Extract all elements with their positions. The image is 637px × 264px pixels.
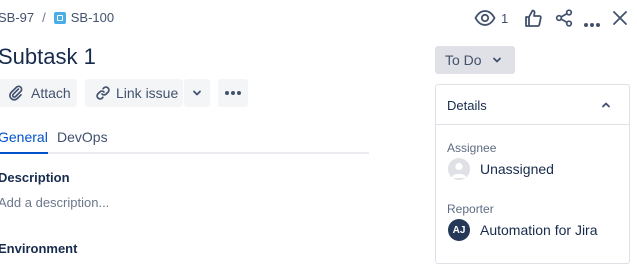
subtask-type-icon [53, 11, 66, 24]
issue-title[interactable]: Subtask 1 [0, 44, 96, 70]
reporter-label: Reporter [447, 202, 494, 216]
description-label: Description [0, 170, 70, 185]
attach-button[interactable]: Attach [0, 79, 77, 107]
share-icon [555, 9, 573, 31]
link-icon [95, 85, 111, 101]
details-header[interactable]: Details [436, 85, 629, 125]
tab-general[interactable]: General [0, 129, 48, 154]
unassigned-avatar [448, 158, 470, 180]
environment-label: Environment [0, 241, 78, 256]
assignee-label: Assignee [447, 141, 497, 155]
assignee-field[interactable]: Unassigned [448, 158, 554, 180]
details-title: Details [447, 98, 487, 113]
more-actions-button[interactable] [218, 79, 248, 107]
breadcrumb: SB-97 / SB-100 [0, 10, 114, 25]
attach-label: Attach [31, 85, 71, 101]
chevron-down-icon [191, 87, 203, 99]
close-button[interactable] [612, 10, 628, 31]
more-icon [224, 90, 242, 96]
thumbs-up-icon [524, 9, 542, 32]
breadcrumb-separator: / [42, 10, 46, 25]
link-issue-dropdown-button[interactable] [184, 79, 210, 107]
watchers-count: 1 [501, 11, 509, 26]
breadcrumb-current-link[interactable]: SB-100 [71, 10, 114, 25]
tab-bar: General DevOps [0, 129, 369, 154]
status-label: To Do [445, 52, 482, 68]
status-dropdown[interactable]: To Do [435, 46, 515, 74]
close-icon [612, 11, 628, 30]
details-panel: Details Assignee Unassigned Reporter AJ … [435, 84, 630, 264]
assignee-value: Unassigned [480, 161, 554, 177]
like-button[interactable] [524, 8, 542, 33]
reporter-avatar: AJ [448, 219, 470, 241]
description-field[interactable]: Add a description... [0, 195, 109, 210]
link-issue-button[interactable]: Link issue [85, 79, 183, 107]
reporter-value: Automation for Jira [480, 222, 598, 238]
chevron-up-icon [600, 98, 612, 116]
breadcrumb-parent-link[interactable]: SB-97 [0, 10, 34, 25]
link-issue-label: Link issue [116, 85, 179, 101]
eye-icon [474, 9, 496, 32]
paperclip-icon [8, 85, 24, 101]
more-options-button[interactable] [583, 15, 601, 33]
chevron-down-icon [491, 54, 503, 66]
reporter-field[interactable]: AJ Automation for Jira [448, 219, 598, 241]
tab-devops[interactable]: DevOps [57, 129, 108, 152]
share-button[interactable] [555, 9, 573, 32]
more-icon [583, 15, 601, 32]
